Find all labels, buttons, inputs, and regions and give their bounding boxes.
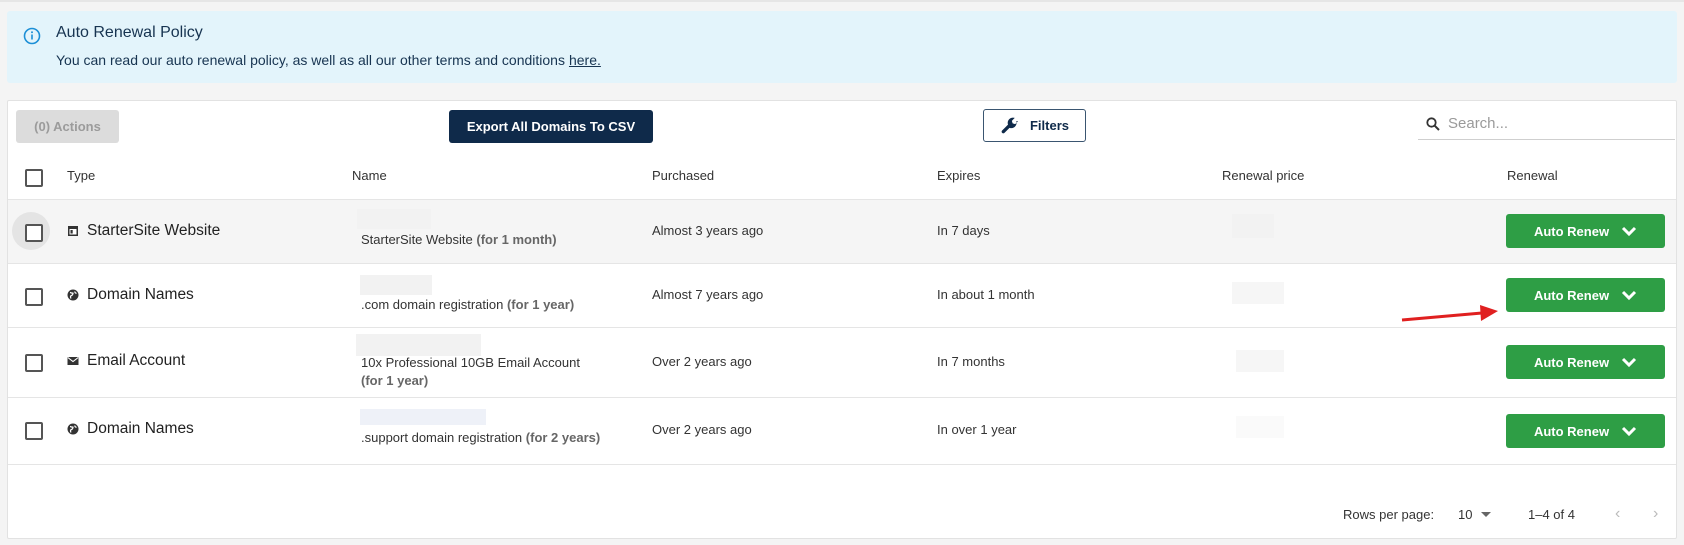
expires-cell: In 7 months <box>937 354 1005 369</box>
chevron-left-icon[interactable]: ‹ <box>1615 505 1629 522</box>
product-term: (for 1 year) <box>506 297 575 312</box>
redacted-price <box>1236 416 1284 438</box>
website-icon <box>68 226 78 236</box>
auto-renewal-policy-banner: Auto Renewal Policy You can read our aut… <box>7 11 1677 83</box>
caret-down-icon[interactable] <box>1481 512 1491 517</box>
purchased-cell: Almost 3 years ago <box>652 223 764 238</box>
row-checkbox[interactable] <box>25 422 43 440</box>
product-name: StarterSite Website (for 1 month) <box>361 231 557 249</box>
product-name-text: 10x Professional 10GB Email Account <box>361 355 580 370</box>
rows-per-page-select[interactable]: 10 <box>1458 507 1472 522</box>
type-label: Email Account <box>87 352 186 369</box>
actions-button[interactable]: (0) Actions <box>16 110 119 143</box>
type-label: StarterSite Website <box>87 222 221 239</box>
purchased-cell: Over 2 years ago <box>652 422 752 437</box>
type-cell: Domain Names <box>67 420 194 438</box>
row-checkbox[interactable] <box>25 288 43 306</box>
column-type[interactable]: Type <box>67 168 95 183</box>
product-term: (for 1 month) <box>476 232 557 247</box>
search-icon <box>1426 117 1440 131</box>
filters-label: Filters <box>1029 118 1069 133</box>
auto-renew-button[interactable]: Auto Renew <box>1506 278 1665 312</box>
product-name-text: .com domain registration <box>361 297 504 312</box>
purchased-cell: Over 2 years ago <box>652 354 752 369</box>
expires-cell: In about 1 month <box>937 287 1035 302</box>
envelope-icon <box>67 357 79 365</box>
chevron-down-icon <box>1622 357 1637 368</box>
purchased-cell: Almost 7 years ago <box>652 287 764 302</box>
type-label: Domain Names <box>87 420 194 437</box>
info-icon <box>23 27 41 45</box>
redacted-domain <box>357 209 431 229</box>
redacted-price <box>1232 282 1284 304</box>
expires-cell: In 7 days <box>937 223 990 238</box>
table-row[interactable]: Email Account 10x Professional 10GB Emai… <box>8 328 1676 398</box>
expires-cell: In over 1 year <box>937 422 1017 437</box>
select-all-checkbox[interactable] <box>25 169 43 187</box>
redacted-domain <box>360 275 432 295</box>
auto-renew-label: Auto Renew <box>1533 354 1610 370</box>
top-divider <box>0 0 1684 2</box>
table-header: Type Name Purchased Expires Renewal pric… <box>8 155 1676 200</box>
rows-per-page-label: Rows per page: <box>1343 507 1435 522</box>
product-name: .com domain registration (for 1 year) <box>361 296 574 314</box>
chevron-right-icon[interactable]: › <box>1653 505 1667 522</box>
search-input[interactable] <box>1446 111 1670 135</box>
row-checkbox[interactable] <box>25 354 43 372</box>
filters-button[interactable]: Filters <box>983 109 1086 142</box>
product-name-text: .support domain registration <box>361 430 523 445</box>
redacted-domain <box>356 334 481 356</box>
column-expires[interactable]: Expires <box>937 168 980 183</box>
table-row[interactable]: Domain Names .support domain registratio… <box>8 398 1676 465</box>
type-cell: StarterSite Website <box>67 222 220 240</box>
terms-link[interactable]: here. <box>569 52 601 68</box>
auto-renew-label: Auto Renew <box>1533 287 1610 303</box>
type-cell: Email Account <box>67 352 185 370</box>
globe-icon <box>67 423 79 435</box>
table-pagination: Rows per page: 10 1–4 of 4 ‹ › <box>8 489 1676 537</box>
pagination-range: 1–4 of 4 <box>1528 507 1575 522</box>
type-cell: Domain Names <box>67 286 194 304</box>
auto-renew-button[interactable]: Auto Renew <box>1506 414 1665 448</box>
type-label: Domain Names <box>87 286 194 303</box>
chevron-down-icon <box>1622 426 1637 437</box>
redacted-price <box>1232 214 1274 238</box>
column-renewal[interactable]: Renewal <box>1507 168 1558 183</box>
search-box <box>1418 107 1675 140</box>
auto-renew-label: Auto Renew <box>1533 223 1610 239</box>
product-name: .support domain registration (for 2 year… <box>361 429 600 447</box>
redacted-price <box>1236 350 1284 372</box>
banner-text: You can read our auto renewal policy, as… <box>56 52 601 68</box>
row-checkbox[interactable] <box>25 224 43 242</box>
column-purchased[interactable]: Purchased <box>652 168 714 183</box>
globe-icon <box>67 289 79 301</box>
auto-renew-label: Auto Renew <box>1533 423 1610 439</box>
banner-text-body: You can read our auto renewal policy, as… <box>56 52 565 68</box>
table-row[interactable]: StarterSite Website StarterSite Website … <box>8 200 1676 264</box>
product-term: (for 1 year) <box>361 373 429 388</box>
auto-renew-button[interactable]: Auto Renew <box>1506 214 1665 248</box>
red-arrow-annotation <box>1401 305 1498 322</box>
column-name[interactable]: Name <box>352 168 387 183</box>
export-csv-button[interactable]: Export All Domains To CSV <box>449 110 653 143</box>
wrench-icon <box>1001 117 1019 133</box>
chevron-down-icon <box>1622 290 1637 301</box>
auto-renew-button[interactable]: Auto Renew <box>1506 345 1665 379</box>
redacted-domain <box>360 409 486 425</box>
column-renewal-price[interactable]: Renewal price <box>1222 168 1304 183</box>
product-name-text: StarterSite Website <box>361 232 473 247</box>
chevron-down-icon <box>1622 226 1637 237</box>
product-term: (for 2 years) <box>525 430 601 445</box>
product-name: 10x Professional 10GB Email Account (for … <box>361 354 580 390</box>
banner-title: Auto Renewal Policy <box>56 24 203 41</box>
